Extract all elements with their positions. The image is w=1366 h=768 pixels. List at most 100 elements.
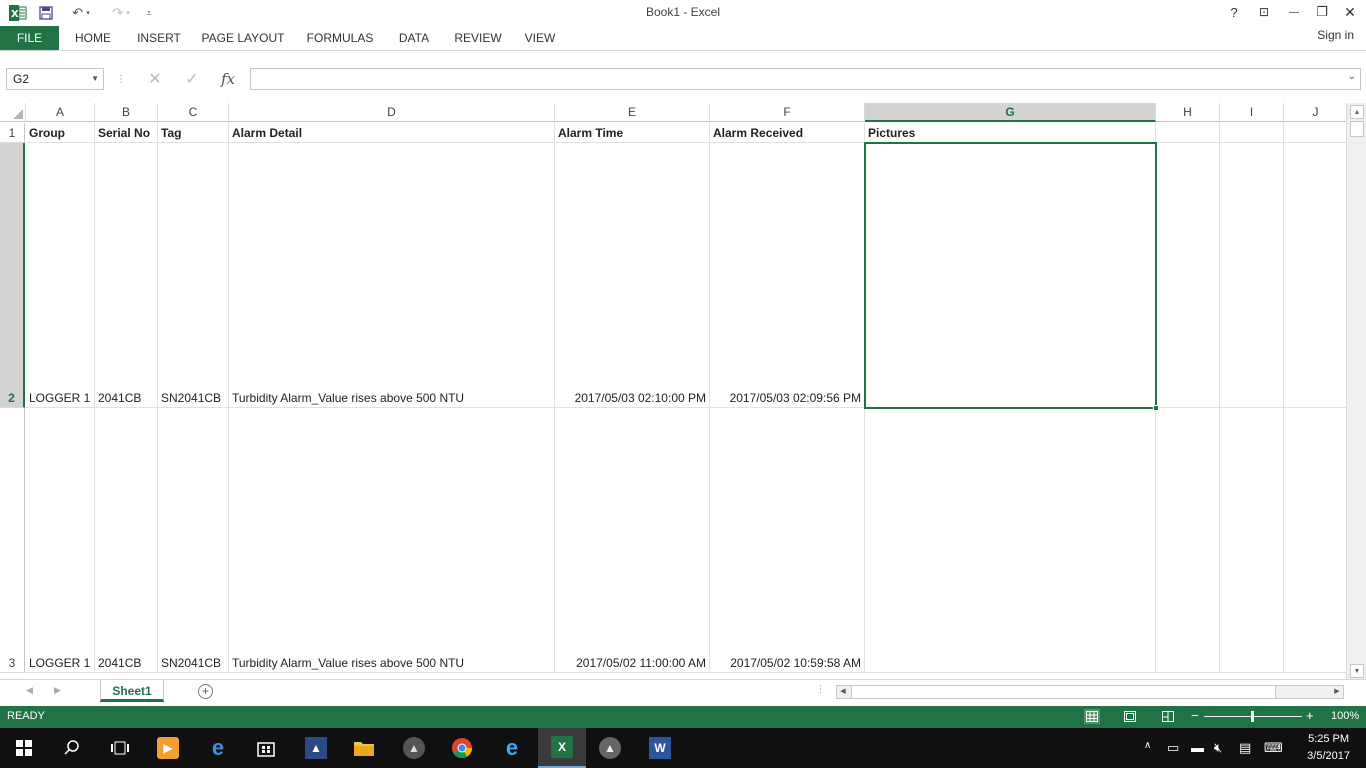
- zoom-out-icon[interactable]: −: [1191, 708, 1199, 723]
- cell-h3[interactable]: [1156, 408, 1220, 673]
- add-sheet-button[interactable]: +: [198, 684, 213, 699]
- select-all-corner[interactable]: [0, 103, 26, 122]
- help-button[interactable]: ?: [1223, 2, 1245, 22]
- search-icon[interactable]: [48, 728, 96, 768]
- internet-explorer-icon[interactable]: e: [488, 728, 536, 768]
- cell-i3[interactable]: [1220, 408, 1284, 673]
- cell-e3[interactable]: 2017/05/02 11:00:00 AM: [555, 408, 710, 673]
- cell-d2[interactable]: Turbidity Alarm_Value rises above 500 NT…: [229, 143, 555, 408]
- page-layout-view-icon[interactable]: [1122, 709, 1138, 724]
- column-header-j[interactable]: J: [1284, 103, 1346, 122]
- app-c-icon[interactable]: ▲: [586, 728, 634, 768]
- tab-file[interactable]: FILE: [0, 26, 59, 50]
- name-box[interactable]: G2 ▼: [6, 68, 104, 90]
- scroll-left-icon[interactable]: ◀: [837, 686, 849, 698]
- cell-i1[interactable]: [1220, 123, 1284, 143]
- cell-j3[interactable]: [1284, 408, 1346, 673]
- tab-page-layout[interactable]: PAGE LAYOUT: [195, 26, 291, 50]
- excel-taskbar-icon[interactable]: X: [538, 728, 586, 768]
- minimize-button[interactable]: —: [1283, 2, 1305, 22]
- chrome-icon[interactable]: [438, 728, 486, 768]
- cell-h2[interactable]: [1156, 143, 1220, 408]
- row-header-3[interactable]: 3: [0, 408, 25, 673]
- system-clock[interactable]: 5:25 PM 3/5/2017: [1307, 731, 1350, 765]
- cell-f2[interactable]: 2017/05/03 02:09:56 PM: [710, 143, 865, 408]
- column-header-g[interactable]: G: [865, 103, 1156, 122]
- cancel-icon[interactable]: ✕: [143, 68, 167, 90]
- horizontal-scrollbar[interactable]: ◀ ▶: [836, 685, 1344, 699]
- cell-c3[interactable]: SN2041CB: [158, 408, 229, 673]
- normal-view-icon[interactable]: [1084, 709, 1100, 724]
- show-hidden-icons-icon[interactable]: ∧: [1144, 740, 1151, 751]
- app-b-icon[interactable]: ▲: [390, 728, 438, 768]
- cell-b1[interactable]: Serial No: [95, 123, 158, 143]
- tab-insert[interactable]: INSERT: [128, 26, 190, 50]
- row-header-1[interactable]: 1: [0, 123, 25, 143]
- battery-icon[interactable]: ▬: [1191, 740, 1204, 755]
- cell-f1[interactable]: Alarm Received: [710, 123, 865, 143]
- column-header-f[interactable]: F: [710, 103, 865, 122]
- zoom-in-icon[interactable]: +: [1306, 708, 1314, 723]
- formula-input[interactable]: ⌄: [250, 68, 1361, 90]
- scroll-up-icon[interactable]: ▲: [1350, 105, 1364, 119]
- action-center-icon[interactable]: ▤: [1239, 740, 1251, 756]
- cell-d1[interactable]: Alarm Detail: [229, 123, 555, 143]
- cell-c2[interactable]: SN2041CB: [158, 143, 229, 408]
- cell-g1[interactable]: Pictures: [865, 123, 1156, 143]
- cell-b2[interactable]: 2041CB: [95, 143, 158, 408]
- edge-browser-icon[interactable]: e: [194, 728, 242, 768]
- cell-a1[interactable]: Group: [26, 123, 95, 143]
- next-sheet-icon[interactable]: ▶: [54, 685, 61, 696]
- windows-start-icon[interactable]: [0, 728, 48, 768]
- enter-icon[interactable]: ✓: [180, 68, 204, 90]
- tab-review[interactable]: REVIEW: [448, 26, 508, 50]
- column-header-a[interactable]: A: [26, 103, 95, 122]
- cell-i2[interactable]: [1220, 143, 1284, 408]
- file-explorer-icon[interactable]: [340, 728, 388, 768]
- zoom-slider-thumb[interactable]: [1251, 711, 1254, 722]
- media-player-icon[interactable]: ▶: [144, 728, 192, 768]
- cell-a3[interactable]: LOGGER 1: [26, 408, 95, 673]
- sign-in-link[interactable]: Sign in: [1317, 28, 1354, 42]
- word-taskbar-icon[interactable]: W: [636, 728, 684, 768]
- network-icon[interactable]: ▭: [1167, 740, 1179, 756]
- sheet-tab-sheet1[interactable]: Sheet1: [100, 680, 164, 702]
- tab-view[interactable]: VIEW: [518, 26, 562, 50]
- cell-h1[interactable]: [1156, 123, 1220, 143]
- cell-j1[interactable]: [1284, 123, 1346, 143]
- cell-b3[interactable]: 2041CB: [95, 408, 158, 673]
- cell-d3[interactable]: Turbidity Alarm_Value rises above 500 NT…: [229, 408, 555, 673]
- tab-formulas[interactable]: FORMULAS: [300, 26, 380, 50]
- chevron-down-icon[interactable]: ▼: [91, 69, 99, 89]
- column-header-c[interactable]: C: [158, 103, 229, 122]
- horizontal-scroll-thumb[interactable]: [851, 686, 1276, 698]
- cell-c1[interactable]: Tag: [158, 123, 229, 143]
- insert-function-icon[interactable]: fx: [214, 68, 242, 90]
- restore-button[interactable]: ❐: [1311, 2, 1333, 22]
- vertical-scroll-thumb[interactable]: [1350, 121, 1364, 137]
- page-break-preview-icon[interactable]: [1160, 709, 1176, 724]
- cell-e2[interactable]: 2017/05/03 02:10:00 PM: [555, 143, 710, 408]
- task-view-icon[interactable]: [96, 728, 144, 768]
- ribbon-display-button[interactable]: ⊡: [1253, 2, 1275, 22]
- tab-split-handle-icon[interactable]: ⋮: [816, 684, 825, 695]
- scroll-right-icon[interactable]: ▶: [1331, 686, 1343, 698]
- drag-handle-icon[interactable]: ⋮: [116, 68, 126, 90]
- cell-j2[interactable]: [1284, 143, 1346, 408]
- cell-a2[interactable]: LOGGER 1: [26, 143, 95, 408]
- cell-e1[interactable]: Alarm Time: [555, 123, 710, 143]
- app-a-icon[interactable]: ▲: [292, 728, 340, 768]
- column-header-b[interactable]: B: [95, 103, 158, 122]
- row-header-2[interactable]: 2: [0, 143, 25, 408]
- column-header-d[interactable]: D: [229, 103, 555, 122]
- vertical-scrollbar[interactable]: ▲ ▼: [1346, 103, 1366, 679]
- tab-data[interactable]: DATA: [390, 26, 438, 50]
- volume-muted-icon[interactable]: 🔇︎: [1214, 740, 1222, 756]
- prev-sheet-icon[interactable]: ◀: [26, 685, 33, 696]
- expand-formula-icon[interactable]: ⌄: [1348, 71, 1356, 82]
- cell-f3[interactable]: 2017/05/02 10:59:58 AM: [710, 408, 865, 673]
- zoom-level[interactable]: 100%: [1331, 710, 1359, 722]
- close-button[interactable]: ✕: [1339, 2, 1361, 22]
- cell-g2[interactable]: [865, 143, 1156, 408]
- column-header-i[interactable]: I: [1220, 103, 1284, 122]
